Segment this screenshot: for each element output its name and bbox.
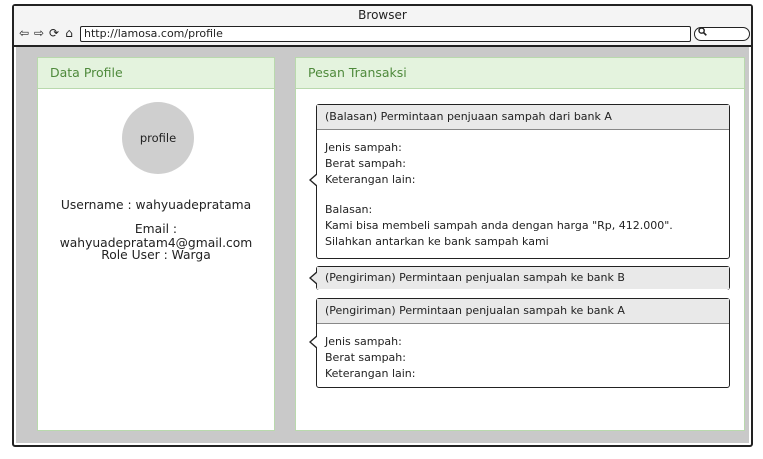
profile-panel-title: Data Profile (38, 58, 274, 89)
message-header: (Pengiriman) Permintaan penjualan sampah… (317, 299, 729, 324)
search-icon (698, 27, 707, 40)
forward-arrow-icon[interactable]: ⇨ (32, 26, 46, 40)
avatar: profile (122, 102, 194, 174)
field-berat-sampah: Berat sampah: (325, 157, 406, 170)
message-header: (Balasan) Permintaan penjuaan sampah dar… (317, 105, 729, 130)
email-text: Email : wahyuadepratam4@gmail.com (59, 222, 253, 250)
reload-icon[interactable]: ⟳ (47, 26, 61, 40)
message-header: (Pengiriman) Permintaan penjualan sampah… (317, 267, 729, 289)
window-title: Browser (14, 6, 751, 25)
field-berat-sampah: Berat sampah: (325, 351, 406, 364)
role-text: Role User : Warga (101, 248, 211, 262)
profile-panel: Data Profile profile Username : wahyuade… (37, 57, 275, 431)
transactions-panel-title: Pesan Transaksi (296, 58, 744, 89)
speech-tail-icon (309, 335, 318, 349)
reply-text: Kami bisa membeli sampah anda dengan har… (325, 219, 673, 248)
field-jenis-sampah: Jenis sampah: (325, 335, 402, 348)
username-text: Username : wahyuadepratama (60, 198, 252, 212)
avatar-label: profile (139, 131, 177, 145)
message-card[interactable]: (Balasan) Permintaan penjuaan sampah dar… (309, 104, 730, 259)
home-icon[interactable]: ⌂ (62, 26, 76, 40)
search-box[interactable] (694, 27, 750, 41)
field-keterangan-lain: Keterangan lain: (325, 173, 416, 186)
speech-tail-icon (309, 271, 318, 285)
message-card-collapsed[interactable]: (Pengiriman) Permintaan penjualan sampah… (309, 266, 730, 290)
field-keterangan-lain: Keterangan lain: (325, 367, 416, 380)
browser-toolbar: ⇦ ⇨ ⟳ ⌂ http://lamosa.com/profile (14, 24, 751, 47)
reply-label: Balasan: (325, 203, 373, 216)
browser-window: Browser ⇦ ⇨ ⟳ ⌂ http://lamosa.com/profil… (12, 4, 753, 447)
field-jenis-sampah: Jenis sampah: (325, 141, 402, 154)
back-arrow-icon[interactable]: ⇦ (17, 26, 31, 40)
transactions-panel: Pesan Transaksi (Balasan) Permintaan pen… (295, 57, 745, 431)
page-canvas: Data Profile profile Username : wahyuade… (16, 47, 749, 443)
message-card[interactable]: (Pengiriman) Permintaan penjualan sampah… (309, 298, 730, 388)
speech-tail-icon (309, 173, 318, 187)
url-bar[interactable]: http://lamosa.com/profile (80, 26, 691, 42)
